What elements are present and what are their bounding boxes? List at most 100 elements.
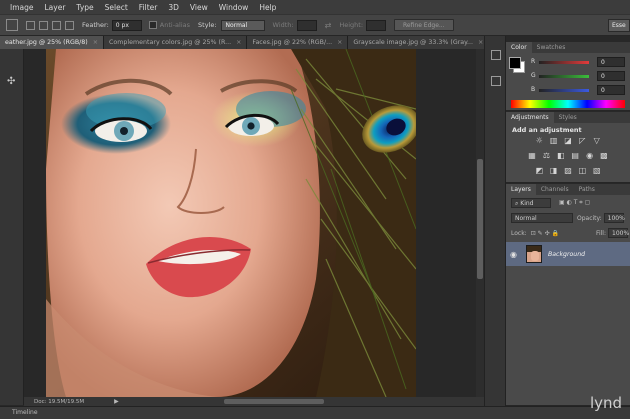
panel-tab-layers[interactable]: Layers <box>506 184 536 195</box>
close-tab-icon[interactable]: × <box>236 37 241 49</box>
status-arrow-icon[interactable]: ▶ <box>114 398 119 405</box>
document-tab[interactable]: Complementary colors.jpg @ 25% (R... × <box>104 36 248 49</box>
feather-input[interactable]: 0 px <box>111 19 142 31</box>
document-tab[interactable]: Grayscale image.jpg @ 33.3% (Gray... × <box>348 36 490 49</box>
lock-icons[interactable]: ⊡ ✎ ✣ 🔒 <box>531 230 559 237</box>
document-tab[interactable]: eather.jpg @ 25% (RGB/8) × <box>0 36 105 49</box>
channel-value[interactable]: 0 <box>597 57 625 67</box>
menu-filter[interactable]: Filter <box>139 3 158 12</box>
vertical-scrollbar[interactable] <box>476 49 484 397</box>
adjustment-icon[interactable]: ◫ <box>577 166 587 175</box>
menu-window[interactable]: Window <box>219 3 249 12</box>
visibility-eye-icon[interactable]: ◉ <box>510 250 520 259</box>
channel-value[interactable]: 0 <box>597 71 625 81</box>
vertical-scroll-thumb[interactable] <box>477 159 483 279</box>
channel-label: G <box>531 72 536 79</box>
adjustment-icon[interactable]: ▥ <box>549 136 559 145</box>
document-tab[interactable]: Faces.jpg @ 22% (RGB/... × <box>247 36 349 49</box>
canvas-area[interactable] <box>24 49 476 397</box>
color-spectrum[interactable] <box>511 100 625 108</box>
subtract-selection-icon[interactable] <box>52 20 61 30</box>
panel-dock <box>484 36 506 406</box>
layer-kind-filter[interactable]: ⌕ Kind <box>511 198 551 208</box>
color-slider-b[interactable]: B0 <box>531 85 627 95</box>
panel-tab-swatches[interactable]: Swatches <box>532 42 571 53</box>
adjustment-icon[interactable]: ◧ <box>556 151 566 160</box>
workspace-select[interactable]: Esse <box>608 19 630 32</box>
adjustment-icon[interactable]: ▨ <box>563 166 573 175</box>
color-slider-r[interactable]: R0 <box>531 57 627 67</box>
height-label: Height: <box>339 21 364 29</box>
style-label: Style: <box>198 21 217 29</box>
menu-type[interactable]: Type <box>76 3 93 12</box>
adjustment-icon[interactable]: ◸ <box>577 136 587 145</box>
photo-canvas[interactable] <box>46 49 416 397</box>
channel-bar[interactable] <box>539 61 589 64</box>
panel-tab-adjustments[interactable]: Adjustments <box>506 112 554 123</box>
close-tab-icon[interactable]: × <box>478 37 483 49</box>
adjustment-icon[interactable]: ▽ <box>592 136 602 145</box>
channel-label: R <box>531 58 536 65</box>
layer-background[interactable]: ◉ Background <box>506 242 630 266</box>
feather-label: Feather: <box>82 21 109 29</box>
menu-3d[interactable]: 3D <box>168 3 179 12</box>
adjustment-icon[interactable]: ◉ <box>585 151 595 160</box>
adjustment-icon[interactable]: ⚖ <box>541 151 551 160</box>
doc-size: Doc: 19.5M/19.5M <box>34 398 85 405</box>
close-tab-icon[interactable]: × <box>93 37 98 49</box>
adjustment-icon[interactable]: ◨ <box>549 166 559 175</box>
properties-icon[interactable] <box>491 76 501 86</box>
layer-name: Background <box>548 250 586 258</box>
intersect-selection-icon[interactable] <box>65 20 74 30</box>
menu-image[interactable]: Image <box>10 3 34 12</box>
antialias-checkbox[interactable] <box>148 21 157 29</box>
portrait-image <box>46 49 416 397</box>
panel-tab-color[interactable]: Color <box>506 42 532 53</box>
refine-edge-button[interactable]: Refine Edge... <box>394 19 454 31</box>
timeline-panel[interactable]: Timeline <box>0 406 630 419</box>
width-input[interactable] <box>296 19 317 31</box>
swap-icon[interactable]: ⇄ <box>325 21 332 30</box>
menu-layer[interactable]: Layer <box>45 3 66 12</box>
kind-label: Kind <box>520 200 534 207</box>
opacity-input[interactable]: 100% <box>603 213 625 223</box>
panel-tab-styles[interactable]: Styles <box>554 112 582 123</box>
filter-icons[interactable]: ▣ ◐ T ⌗ ▢ <box>559 199 590 207</box>
channel-bar[interactable] <box>539 89 589 92</box>
adjustment-icon[interactable]: ◪ <box>563 136 573 145</box>
adjustment-icon[interactable]: ▩ <box>599 151 609 160</box>
height-input[interactable] <box>366 19 387 31</box>
style-select[interactable]: Normal <box>220 19 265 31</box>
menu-view[interactable]: View <box>190 3 208 12</box>
color-slider-g[interactable]: G0 <box>531 71 627 81</box>
document-tab-label: Grayscale image.jpg @ 33.3% (Gray... <box>353 38 473 46</box>
menu-help[interactable]: Help <box>259 3 276 12</box>
menu-bar: Image Layer Type Select Filter 3D View Window He… <box>0 0 630 14</box>
tool-panel: ✣ <box>0 36 24 405</box>
adjustment-icon[interactable]: ▦ <box>527 151 537 160</box>
adjustment-icon[interactable]: ▧ <box>592 166 602 175</box>
fill-input[interactable]: 100% <box>608 228 629 238</box>
panel-tab-paths[interactable]: Paths <box>574 184 600 195</box>
history-icon[interactable] <box>491 50 501 60</box>
adjustment-icon[interactable]: ◩ <box>534 166 544 175</box>
adjustment-icon[interactable]: ▤ <box>570 151 580 160</box>
adjustments-panel: Adjustments Styles Add an adjustment ☼ ▥ ◪ ◸… <box>506 112 630 183</box>
color-panel: Color Swatches R0G0B0 <box>506 42 630 111</box>
options-bar: Feather: 0 px Anti-alias Style: Normal W… <box>0 14 630 36</box>
move-tool-icon[interactable]: ✣ <box>7 76 15 87</box>
lynda-watermark: lynd <box>590 394 623 412</box>
channel-value[interactable]: 0 <box>597 85 625 95</box>
marquee-tool-icon[interactable] <box>6 19 18 31</box>
close-tab-icon[interactable]: × <box>337 37 342 49</box>
adjustment-icon[interactable]: ☼ <box>534 136 544 145</box>
horizontal-scroll-thumb[interactable] <box>224 399 324 404</box>
panel-tab-channels[interactable]: Channels <box>536 184 574 195</box>
foreground-color-swatch[interactable] <box>509 57 521 69</box>
new-selection-icon[interactable] <box>26 20 35 30</box>
menu-select[interactable]: Select <box>105 3 128 12</box>
blend-mode-select[interactable]: Normal <box>511 213 573 223</box>
channel-bar[interactable] <box>539 75 589 78</box>
opacity-label: Opacity: <box>577 214 602 222</box>
add-selection-icon[interactable] <box>39 20 48 30</box>
